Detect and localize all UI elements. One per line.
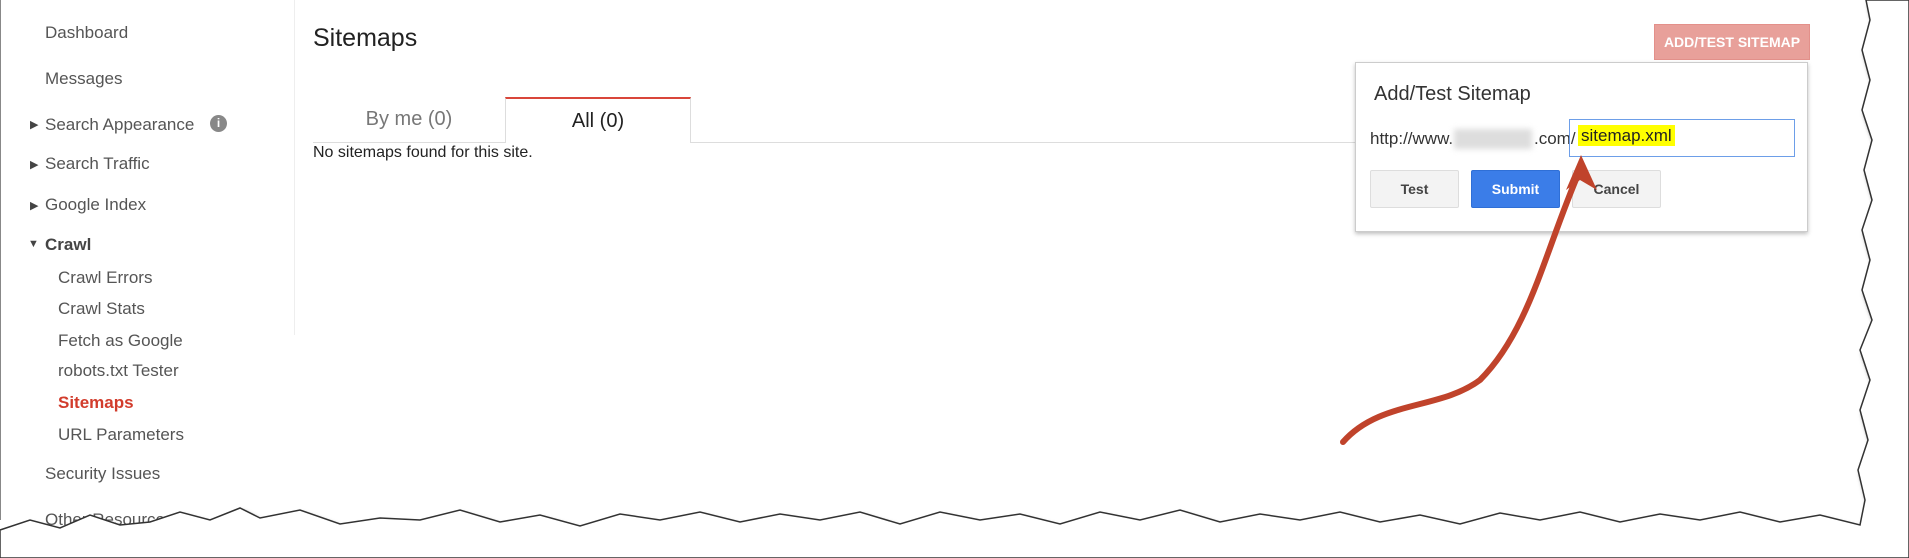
arrowhead-icon <box>1566 155 1597 190</box>
annotation-arrow <box>1340 167 1583 445</box>
annotation-layer <box>0 0 1909 558</box>
torn-edge-bottom <box>0 0 1909 558</box>
